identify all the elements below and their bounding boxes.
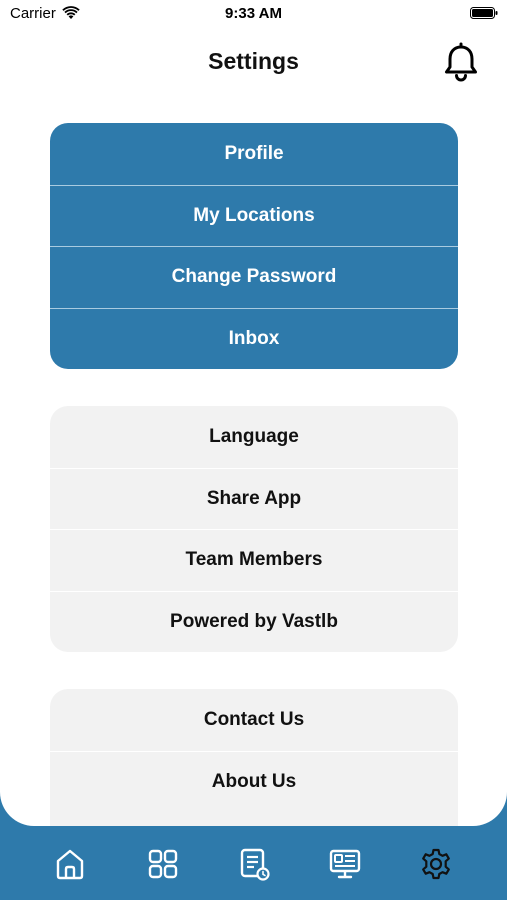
page-title: Settings: [208, 48, 299, 74]
grid-icon[interactable]: [145, 846, 181, 882]
menu-item-profile[interactable]: Profile: [50, 123, 458, 185]
account-menu: Profile My Locations Change Password Inb…: [50, 123, 458, 369]
document-clock-icon[interactable]: [236, 846, 272, 882]
info-menu: Contact Us About Us: [50, 689, 458, 826]
gear-icon[interactable]: [418, 846, 454, 882]
tab-bar: [0, 826, 507, 900]
status-bar: Carrier 9:33 AM: [0, 0, 507, 28]
menu-item-my-locations[interactable]: My Locations: [50, 184, 458, 247]
app-menu: Language Share App Team Members Powered …: [50, 406, 458, 652]
menu-item-powered-by[interactable]: Powered by Vastlb: [50, 590, 458, 653]
menu-item-team-members[interactable]: Team Members: [50, 529, 458, 591]
monitor-profile-icon[interactable]: [327, 846, 363, 882]
clock-time: 9:33 AM: [225, 5, 282, 22]
battery-icon: [470, 7, 498, 19]
menu-item-inbox[interactable]: Inbox: [50, 307, 458, 370]
menu-item-about-us[interactable]: About Us: [50, 750, 458, 813]
bell-icon[interactable]: [442, 42, 480, 82]
home-icon[interactable]: [52, 846, 88, 882]
menu-item-share-app[interactable]: Share App: [50, 467, 458, 530]
menu-item-contact-us[interactable]: Contact Us: [50, 689, 458, 751]
header: Settings: [0, 40, 507, 86]
settings-screen: Carrier 9:33 AM Settings Profile My Loca…: [0, 0, 507, 826]
menu-item-language[interactable]: Language: [50, 406, 458, 468]
menu-item-change-password[interactable]: Change Password: [50, 246, 458, 308]
